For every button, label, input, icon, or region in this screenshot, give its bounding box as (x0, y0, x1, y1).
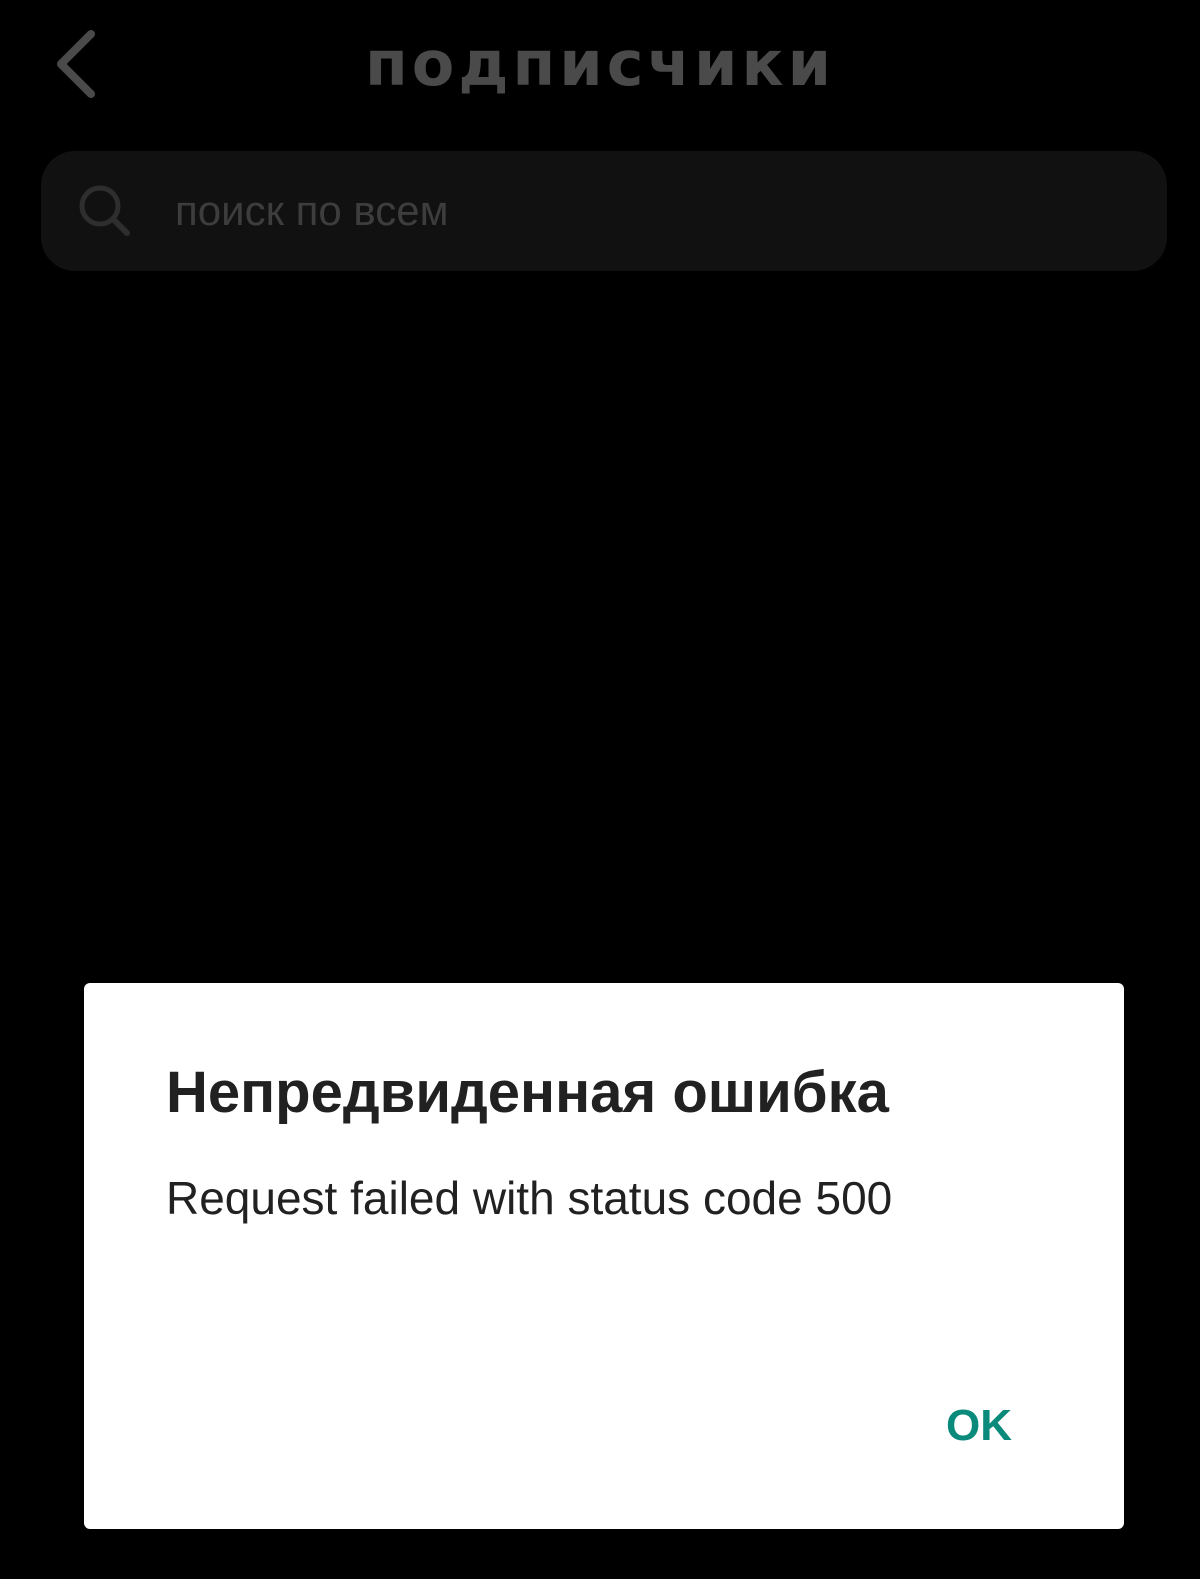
header: подписчики (0, 0, 1200, 130)
search-input[interactable] (175, 151, 1135, 271)
dialog-title: Непредвиденная ошибка (166, 1060, 889, 1125)
dialog-message: Request failed with status code 500 (166, 1172, 893, 1224)
search-icon (79, 185, 130, 236)
ok-button[interactable]: OK (926, 1391, 1032, 1461)
search-bar[interactable] (41, 151, 1167, 271)
error-dialog: Непредвиденная ошибка Request failed wit… (84, 983, 1124, 1529)
screen: подписчики Непредвиденная ошибка Request… (0, 0, 1200, 1579)
page-title: подписчики (364, 27, 836, 100)
